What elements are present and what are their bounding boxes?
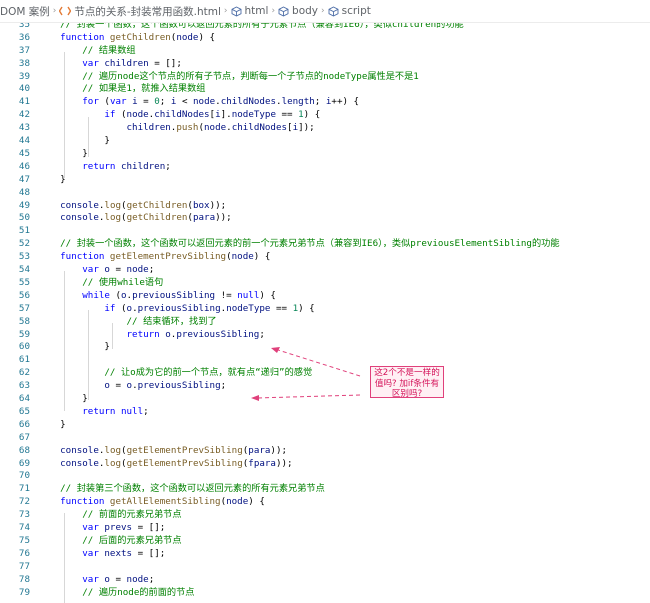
breadcrumb: DOM 案例 › 节点的关系-封装常用函数.html › html › body… xyxy=(0,0,650,23)
breadcrumb-label: DOM 案例 xyxy=(0,5,50,18)
breadcrumb-item-file[interactable]: 节点的关系-封装常用函数.html xyxy=(59,4,221,19)
element-cube-icon xyxy=(231,5,242,17)
chevron-right-icon: › xyxy=(52,6,57,16)
breadcrumb-label: script xyxy=(341,5,371,17)
code-editor[interactable]: 3435 // 封装一个函数，这个函数可以返回元素的所有子元素节点（兼容到IE6… xyxy=(0,0,650,603)
annotation-text-line-2: 值吗? 加if条件有 xyxy=(374,378,440,389)
breadcrumb-item-body[interactable]: body xyxy=(278,5,318,17)
breadcrumb-label: body xyxy=(292,5,319,17)
annotation-arrow-lower xyxy=(255,394,361,399)
annotation-text-line-1: 这2个不是一样的 xyxy=(374,368,440,378)
annotation-arrow-lower-head xyxy=(251,395,259,401)
breadcrumb-item-html[interactable]: html xyxy=(231,5,269,17)
chevron-right-icon: › xyxy=(321,6,325,16)
element-cube-icon xyxy=(328,5,339,17)
annotation-note: 这2个不是一样的 值吗? 加if条件有 区别吗? xyxy=(370,366,444,399)
annotation-arrows xyxy=(251,347,361,401)
html-file-icon xyxy=(59,6,72,16)
element-cube-icon xyxy=(278,5,289,17)
annotation-text-line-3: 区别吗? xyxy=(391,389,423,399)
breadcrumb-label: html xyxy=(244,5,269,17)
breadcrumb-label: 节点的关系-封装常用函数.html xyxy=(74,5,221,18)
chevron-right-icon: › xyxy=(223,6,228,16)
annotation-arrow-upper xyxy=(274,348,361,377)
chevron-right-icon: › xyxy=(271,6,276,16)
breadcrumb-item-folder[interactable]: DOM 案例 xyxy=(0,4,50,19)
breadcrumb-item-script[interactable]: script xyxy=(328,5,371,17)
